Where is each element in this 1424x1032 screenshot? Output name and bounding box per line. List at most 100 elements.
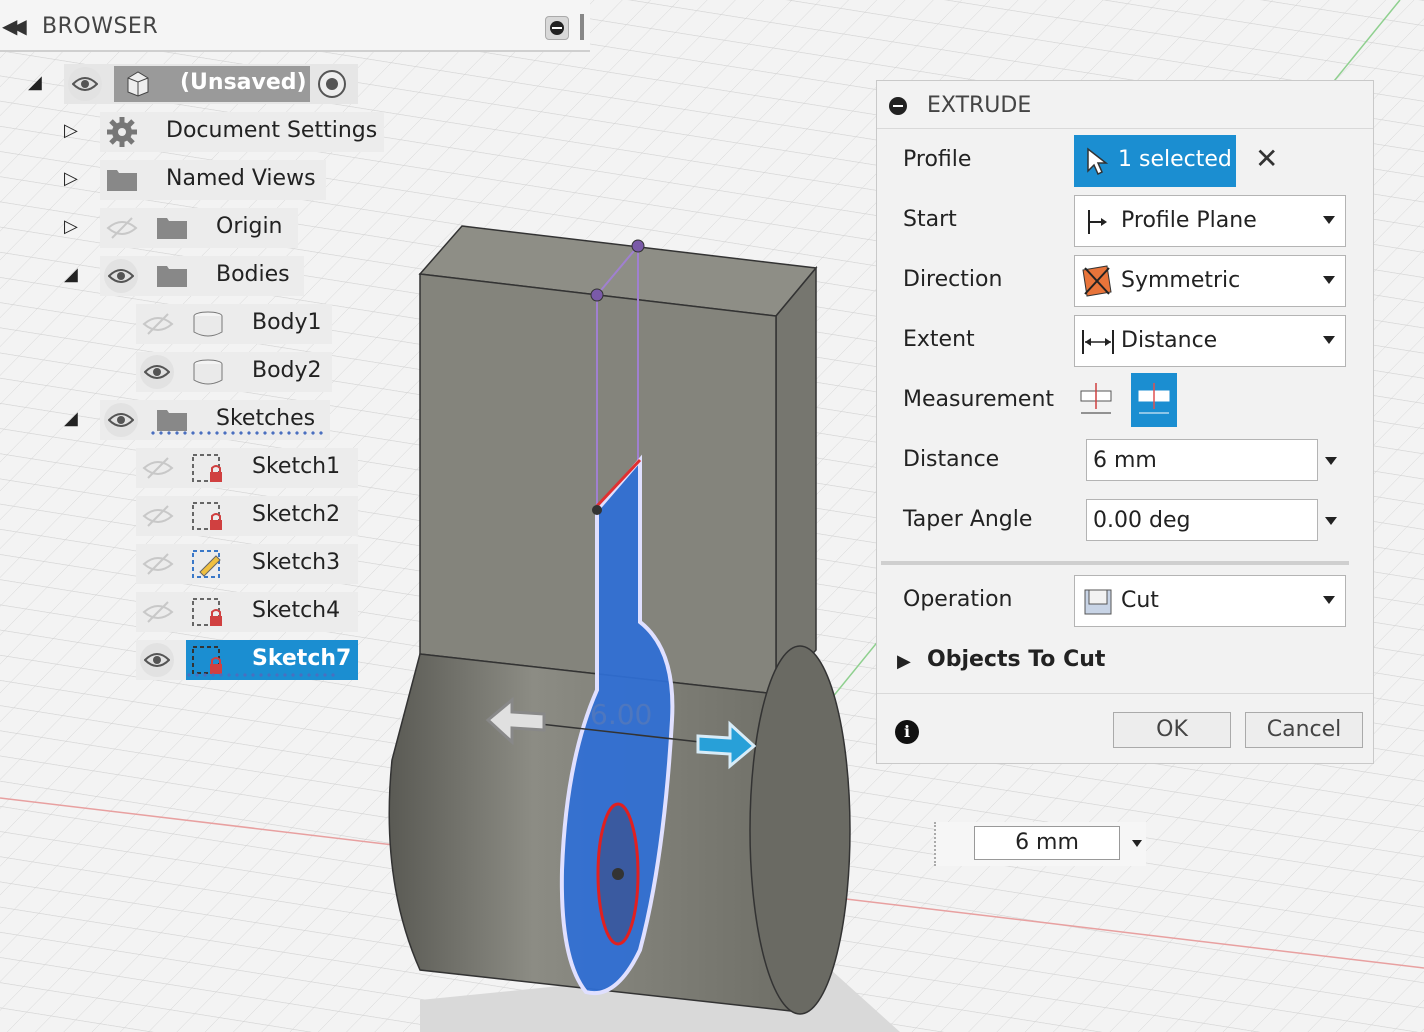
direction-value: Symmetric bbox=[1121, 268, 1241, 293]
chevron-down-icon[interactable] bbox=[1132, 840, 1142, 847]
clear-selection-icon[interactable]: ✕ bbox=[1255, 145, 1278, 173]
cancel-button[interactable]: Cancel bbox=[1245, 712, 1363, 748]
sketch-locked-icon bbox=[192, 454, 222, 482]
collapse-panel-icon[interactable]: ◀◀ bbox=[2, 14, 27, 38]
collapse-dialog-icon[interactable] bbox=[889, 97, 907, 115]
extent-value: Distance bbox=[1121, 328, 1218, 353]
taper-input[interactable]: 0.00 deg bbox=[1086, 499, 1318, 541]
cursor-arrow-icon bbox=[1087, 147, 1108, 175]
distance-icon bbox=[1082, 330, 1114, 354]
hidden-eye-icon[interactable] bbox=[142, 600, 174, 624]
objects-to-cut-label[interactable]: Objects To Cut bbox=[927, 647, 1105, 672]
chevron-down-icon bbox=[1323, 336, 1335, 344]
warning-underline bbox=[150, 430, 326, 436]
dimension-label: 6.00 bbox=[590, 698, 652, 731]
hidden-eye-icon[interactable] bbox=[142, 552, 174, 576]
browser-item-label: Body2 bbox=[252, 358, 322, 383]
chevron-down-icon bbox=[1323, 276, 1335, 284]
visibility-eye-icon[interactable] bbox=[140, 355, 174, 389]
measurement-icon bbox=[1138, 383, 1170, 414]
profile-value: 1 selected bbox=[1118, 147, 1232, 172]
extent-label: Extent bbox=[903, 327, 975, 352]
distance-value: 6 mm bbox=[1093, 448, 1157, 473]
chevron-down-icon[interactable] bbox=[1325, 517, 1337, 525]
collapse-triangle-icon[interactable]: ◢ bbox=[28, 72, 42, 93]
collapse-triangle-icon[interactable]: ◢ bbox=[64, 408, 78, 429]
minimize-icon[interactable] bbox=[545, 16, 569, 40]
expand-triangle-icon[interactable]: ▷ bbox=[64, 168, 78, 189]
operation-value: Cut bbox=[1121, 588, 1159, 613]
profile-plane-icon bbox=[1088, 210, 1107, 234]
taper-label: Taper Angle bbox=[903, 507, 1033, 532]
expand-triangle-icon[interactable]: ▶ bbox=[897, 651, 911, 672]
chevron-down-icon bbox=[1323, 216, 1335, 224]
extrude-header: EXTRUDE bbox=[877, 81, 1373, 129]
direction-dropdown[interactable]: Symmetric bbox=[1074, 255, 1346, 307]
extrude-dialog: EXTRUDE Profile 1 selected ✕ Start Profi… bbox=[876, 80, 1374, 764]
ok-button[interactable]: OK bbox=[1113, 712, 1231, 748]
browser-item-label: Sketch2 bbox=[252, 502, 341, 527]
browser-item-label: Sketches bbox=[216, 406, 316, 431]
measurement-option-2-selected[interactable] bbox=[1131, 373, 1177, 427]
visibility-eye-icon[interactable] bbox=[104, 259, 138, 293]
floating-distance-input[interactable]: 6 mm bbox=[974, 826, 1120, 860]
hidden-eye-icon[interactable] bbox=[142, 456, 174, 480]
hidden-eye-icon[interactable] bbox=[142, 312, 174, 336]
browser-title: BROWSER bbox=[42, 14, 159, 39]
browser-item-label: Bodies bbox=[216, 262, 290, 287]
chevron-down-icon bbox=[1323, 596, 1335, 604]
start-dropdown[interactable]: Profile Plane bbox=[1074, 195, 1346, 247]
body-icon bbox=[193, 359, 223, 385]
warning-underline bbox=[186, 672, 336, 678]
panel-grip[interactable] bbox=[580, 14, 584, 40]
sketch-edit-icon bbox=[192, 550, 221, 578]
start-label: Start bbox=[903, 207, 957, 232]
browser-item-label: Origin bbox=[216, 214, 283, 239]
chevron-down-icon[interactable] bbox=[1325, 457, 1337, 465]
operation-label: Operation bbox=[903, 587, 1013, 612]
distance-input[interactable]: 6 mm bbox=[1086, 439, 1318, 481]
start-value: Profile Plane bbox=[1121, 208, 1257, 233]
collapse-triangle-icon[interactable]: ◢ bbox=[64, 264, 78, 285]
direction-label: Direction bbox=[903, 267, 1003, 292]
body-icon bbox=[193, 311, 223, 337]
browser-item-label: Sketch4 bbox=[252, 598, 341, 623]
expand-triangle-icon[interactable]: ▷ bbox=[64, 120, 78, 141]
cut-icon bbox=[1084, 589, 1112, 615]
visibility-eye-icon[interactable] bbox=[68, 67, 102, 101]
measurement-option-1[interactable] bbox=[1077, 379, 1115, 421]
browser-header: ◀◀ BROWSER bbox=[0, 0, 590, 52]
info-icon[interactable]: i bbox=[895, 720, 919, 744]
extent-dropdown[interactable]: Distance bbox=[1074, 315, 1346, 367]
expand-triangle-icon[interactable]: ▷ bbox=[64, 216, 78, 237]
taper-value: 0.00 deg bbox=[1093, 508, 1191, 533]
sketch-locked-icon bbox=[192, 598, 222, 626]
hidden-eye-icon[interactable] bbox=[142, 504, 174, 528]
extrude-title: EXTRUDE bbox=[927, 93, 1032, 118]
visibility-eye-icon[interactable] bbox=[104, 403, 138, 437]
browser-item-label: Body1 bbox=[252, 310, 322, 335]
sketch-locked-icon bbox=[192, 502, 222, 530]
browser-item-label: Named Views bbox=[166, 166, 316, 191]
measurement-icon bbox=[1080, 383, 1112, 414]
browser-item-label: Sketch3 bbox=[252, 550, 341, 575]
folder-icon bbox=[157, 266, 187, 287]
browser-item-label: Sketch1 bbox=[252, 454, 341, 479]
gear-icon bbox=[107, 117, 137, 147]
folder-icon bbox=[157, 218, 187, 239]
extrude-footer: i OK Cancel bbox=[877, 693, 1373, 765]
operation-dropdown[interactable]: Cut bbox=[1074, 575, 1346, 627]
divider bbox=[881, 561, 1349, 565]
measurement-label: Measurement bbox=[903, 387, 1055, 412]
hidden-eye-icon[interactable] bbox=[106, 216, 138, 240]
visibility-eye-icon[interactable] bbox=[140, 643, 174, 677]
component-icon bbox=[127, 71, 149, 97]
profile-select-button[interactable]: 1 selected bbox=[1074, 135, 1236, 187]
browser-item-label: Sketch7 bbox=[252, 646, 352, 671]
root-label: (Unsaved) bbox=[180, 70, 307, 95]
floating-distance-box: 6 mm bbox=[934, 822, 1146, 866]
distance-label: Distance bbox=[903, 447, 1000, 472]
symmetric-icon bbox=[1082, 265, 1112, 297]
browser-item-label: Document Settings bbox=[166, 118, 378, 143]
activate-radio-icon[interactable] bbox=[318, 70, 346, 98]
